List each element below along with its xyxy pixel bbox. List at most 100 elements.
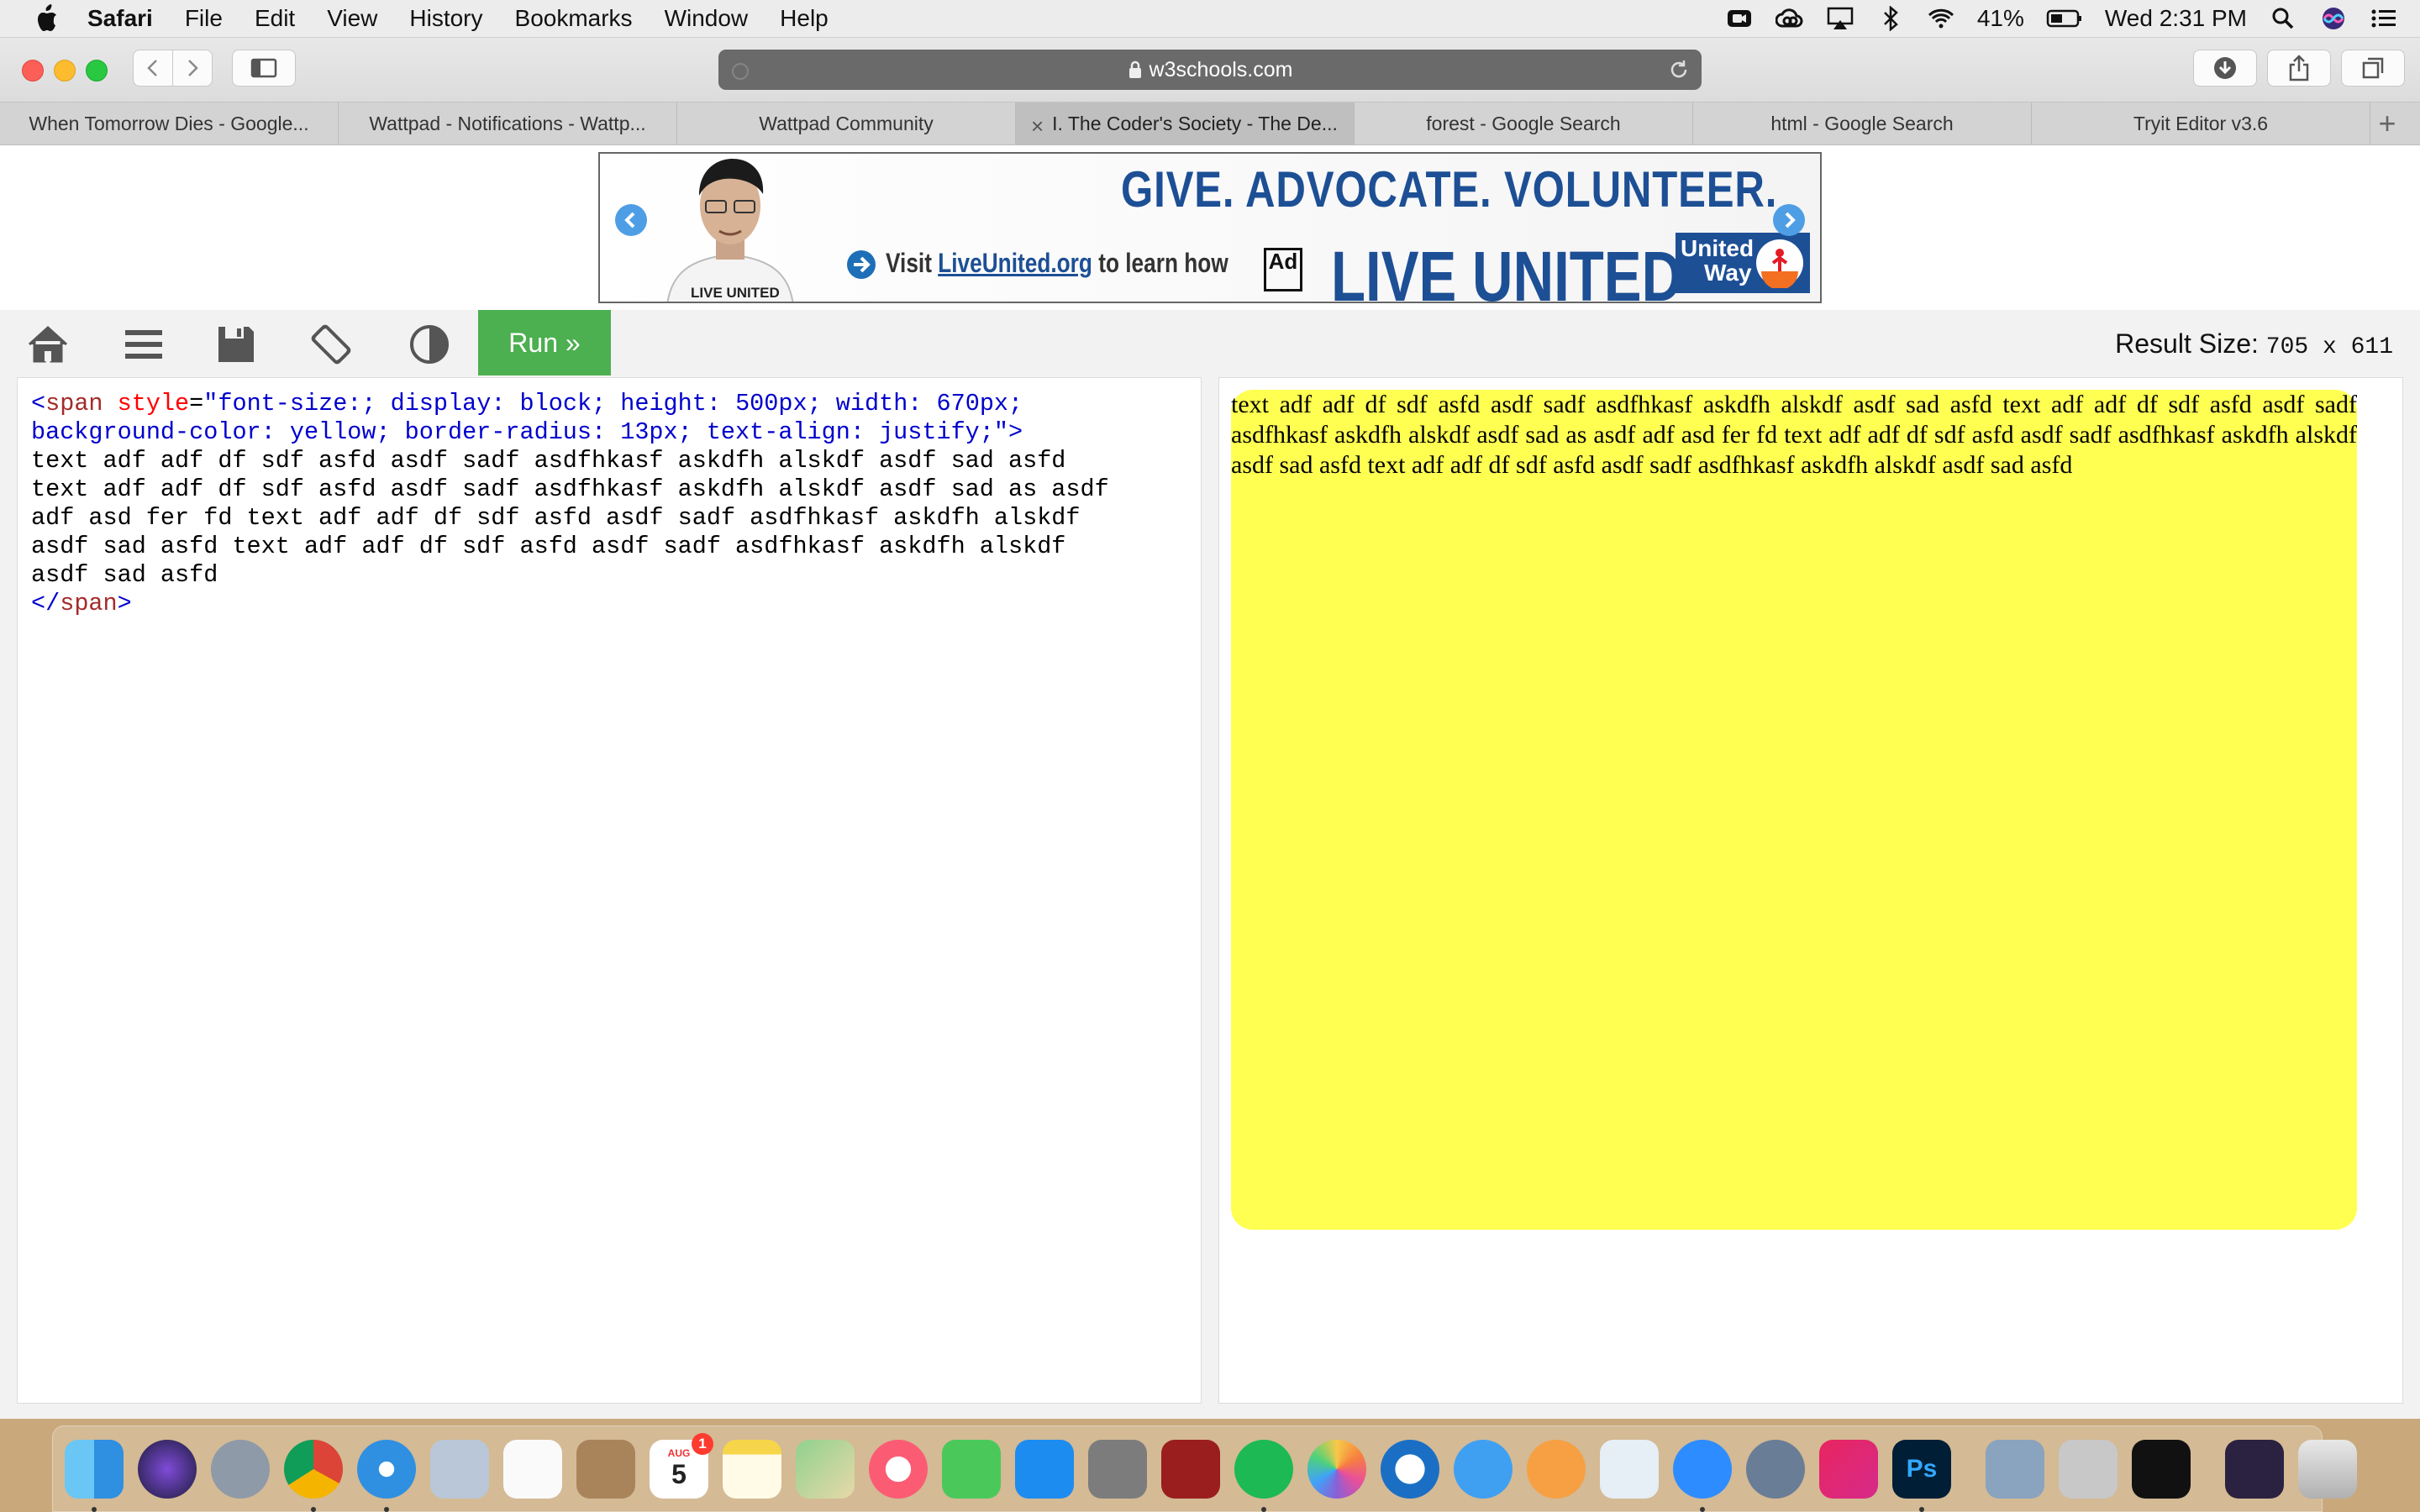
photoshop-icon[interactable]: Ps: [1892, 1439, 1951, 1512]
ad-council-logo: Ad: [1264, 248, 1302, 291]
tab-tryit-editor[interactable]: Tryit Editor v3.6: [2032, 102, 2370, 144]
spotify-icon[interactable]: [1234, 1439, 1293, 1512]
messages-icon[interactable]: [1454, 1439, 1512, 1499]
share-button[interactable]: [2267, 50, 2331, 87]
maps-icon[interactable]: [796, 1439, 855, 1499]
wifi-icon[interactable]: [1927, 6, 1955, 31]
menu-clock[interactable]: Wed 2:31 PM: [2105, 5, 2247, 32]
quicktime-icon[interactable]: [1381, 1439, 1439, 1499]
facetime-dock-icon[interactable]: [942, 1439, 1001, 1499]
facetime-icon[interactable]: [1725, 6, 1754, 31]
ad-visit-text: Visit LiveUnited.org to learn how: [886, 248, 1228, 279]
zoom-icon[interactable]: [1673, 1439, 1732, 1512]
address-bar[interactable]: w3schools.com: [718, 50, 1702, 90]
reminders-icon[interactable]: [503, 1439, 562, 1499]
creative-cloud-dock-icon[interactable]: [1819, 1439, 1878, 1499]
tab-overview-button[interactable]: [2341, 50, 2405, 87]
window-fullscreen-button[interactable]: [86, 60, 108, 81]
battery-icon[interactable]: [2046, 6, 2083, 31]
apple-menu-icon[interactable]: [34, 4, 59, 33]
tab-coders-society[interactable]: × I. The Coder's Society - The De...: [1016, 102, 1355, 144]
trash-icon[interactable]: [2298, 1439, 2357, 1499]
tab-when-tomorrow-dies[interactable]: When Tomorrow Dies - Google...: [0, 102, 339, 144]
tab-forest-search[interactable]: forest - Google Search: [1355, 102, 1693, 144]
downloads-button[interactable]: [2193, 50, 2257, 87]
ad-next-button[interactable]: [1773, 204, 1805, 236]
ad-person-image: [666, 159, 794, 302]
run-button[interactable]: Run »: [478, 310, 611, 375]
menu-icon[interactable]: [121, 322, 166, 367]
typewriter-icon[interactable]: [1746, 1439, 1805, 1499]
ibooks-icon[interactable]: [1527, 1439, 1586, 1499]
forward-arrow-icon: [188, 60, 198, 76]
chrome-icon[interactable]: [284, 1439, 343, 1512]
ad-arrow-icon: [847, 250, 876, 279]
photoshop-file-icon[interactable]: [2225, 1439, 2284, 1499]
siri-icon[interactable]: [2319, 6, 2348, 31]
menu-bookmarks[interactable]: Bookmarks: [515, 5, 633, 32]
menu-history[interactable]: History: [409, 5, 482, 32]
contacts-icon[interactable]: [576, 1439, 635, 1499]
notification-center-icon[interactable]: [2370, 6, 2398, 31]
system-preferences-icon[interactable]: [1088, 1439, 1147, 1499]
tab-html-search[interactable]: html - Google Search: [1693, 102, 2032, 144]
extension-icon[interactable]: [732, 63, 749, 80]
app-menu-safari[interactable]: Safari: [87, 5, 153, 32]
calendar-icon[interactable]: AUG 5 1: [650, 1432, 713, 1499]
save-icon[interactable]: [213, 322, 259, 367]
menu-help[interactable]: Help: [780, 5, 829, 32]
menu-view[interactable]: View: [327, 5, 377, 32]
tab-wattpad-community[interactable]: Wattpad Community: [677, 102, 1016, 144]
activity-monitor-icon[interactable]: [2132, 1439, 2191, 1499]
tab-wattpad-notifications[interactable]: Wattpad - Notifications - Wattp...: [339, 102, 677, 144]
united-way-hand-icon: [1756, 239, 1803, 288]
menu-edit[interactable]: Edit: [255, 5, 295, 32]
back-button[interactable]: [133, 50, 173, 87]
home-icon[interactable]: [25, 322, 71, 367]
photos-icon[interactable]: [1307, 1439, 1366, 1499]
printer-icon[interactable]: [1600, 1439, 1659, 1499]
download-icon: [2214, 57, 2236, 79]
sidebar-toggle-button[interactable]: [232, 50, 296, 87]
creative-cloud-icon[interactable]: [1775, 6, 1804, 31]
ad-headline: GIVE. ADVOCATE. VOLUNTEER.: [1121, 161, 1778, 218]
menu-window[interactable]: Window: [665, 5, 749, 32]
code-editor[interactable]: <span style="font-size:; display: block;…: [17, 377, 1202, 1404]
window-minimize-button[interactable]: [54, 60, 76, 81]
sidebar-icon: [250, 58, 277, 78]
rotate-orientation-icon[interactable]: [308, 322, 354, 367]
new-tab-button[interactable]: +: [2370, 102, 2404, 144]
ad-banner[interactable]: LIVE UNITED GIVE. ADVOCATE. VOLUNTEER. V…: [598, 152, 1822, 303]
menu-file[interactable]: File: [185, 5, 223, 32]
window-close-button[interactable]: [22, 60, 44, 81]
dock: AUG 5 1 Ps: [52, 1425, 2357, 1512]
reload-icon[interactable]: [1668, 59, 1690, 81]
preview-eagle-icon[interactable]: [430, 1439, 489, 1499]
code-attr-value-line1: "font-size:; display: block; height: 500…: [203, 390, 1023, 417]
code-open-lt: <: [31, 390, 46, 417]
image-capture-icon[interactable]: [1986, 1439, 2044, 1499]
ad-visit-link[interactable]: LiveUnited.org: [938, 248, 1092, 278]
spotlight-icon[interactable]: [2269, 6, 2297, 31]
theme-toggle-icon[interactable]: [407, 322, 452, 367]
photo-booth-icon[interactable]: [1161, 1439, 1220, 1499]
code-close-lt: </: [31, 590, 60, 617]
code-attr-value-line2: background-color: yellow; border-radius:…: [31, 418, 1008, 446]
font-book-icon[interactable]: [2059, 1439, 2118, 1499]
forward-button[interactable]: [172, 50, 213, 87]
back-arrow-icon: [147, 60, 157, 76]
bluetooth-icon[interactable]: [1876, 6, 1905, 31]
notes-icon[interactable]: [723, 1439, 781, 1499]
app-store-icon[interactable]: [1015, 1439, 1074, 1499]
ad-prev-button[interactable]: [615, 204, 647, 236]
siri-dock-icon[interactable]: [138, 1439, 197, 1499]
safari-icon[interactable]: [357, 1439, 416, 1512]
itunes-icon[interactable]: [869, 1439, 928, 1499]
airplay-icon[interactable]: [1826, 6, 1854, 31]
tab-label: forest - Google Search: [1426, 112, 1621, 134]
tab-close-icon[interactable]: ×: [1031, 113, 1044, 139]
tab-label: Tryit Editor v3.6: [2133, 112, 2269, 134]
finder-icon[interactable]: [65, 1439, 124, 1512]
launchpad-icon[interactable]: [211, 1439, 270, 1499]
battery-percent: 41%: [1976, 5, 2024, 31]
